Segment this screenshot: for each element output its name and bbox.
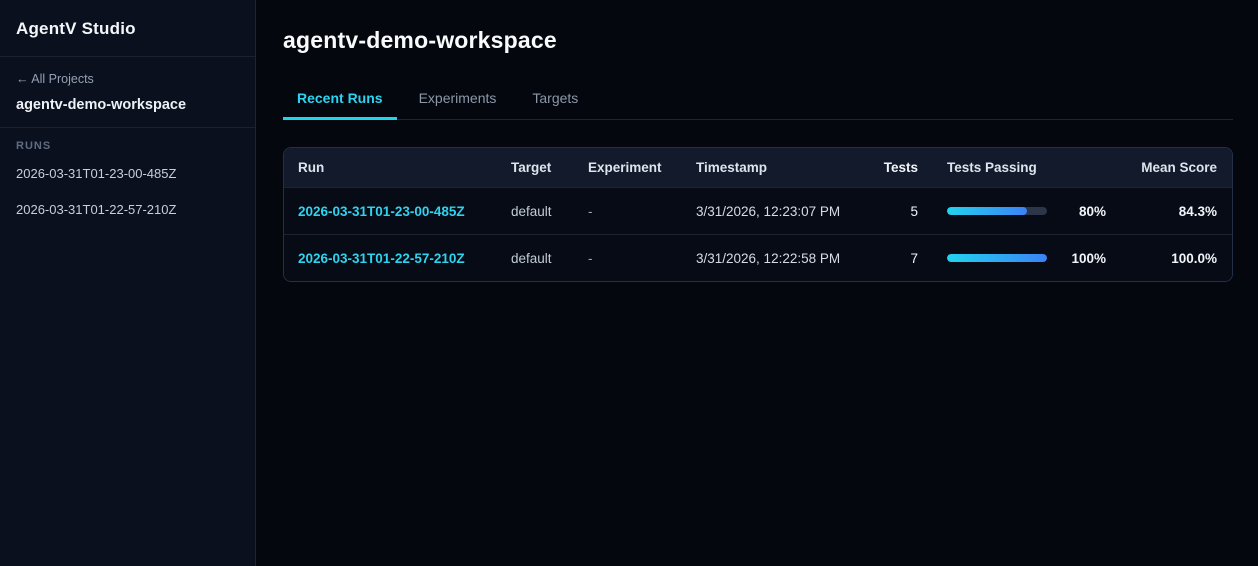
all-projects-back-link[interactable]: ← All Projects [16, 72, 94, 86]
experiment-cell: - [588, 203, 593, 219]
runs-section-label: RUNS [16, 140, 52, 152]
sidebar-header: AgentV Studio [0, 0, 255, 57]
table-header-row: Run Target Experiment Timestamp Tests Te… [284, 148, 1232, 187]
sidebar-run-item[interactable]: 2026-03-31T01-22-57-210Z [16, 202, 239, 217]
target-cell: default [511, 250, 552, 266]
tests-passing-progress-fill [947, 254, 1047, 262]
tests-passing-percent: 100% [1071, 250, 1106, 266]
tests-passing-cell: 80% [918, 204, 1111, 219]
tests-passing-percent: 80% [1078, 203, 1106, 219]
timestamp-cell: 3/31/2026, 12:22:58 PM [696, 250, 841, 266]
runs-table: Run Target Experiment Timestamp Tests Te… [283, 147, 1233, 282]
column-header-run: Run [298, 160, 325, 175]
tests-passing-cell: 100% [918, 251, 1111, 266]
table-row: 2026-03-31T01-22-57-210Z default - 3/31/… [284, 234, 1232, 281]
sidebar-runs-section: RUNS 2026-03-31T01-23-00-485Z 2026-03-31… [0, 128, 255, 250]
timestamp-cell: 3/31/2026, 12:23:07 PM [696, 203, 841, 219]
run-link[interactable]: 2026-03-31T01-23-00-485Z [298, 204, 465, 219]
run-cell: 2026-03-31T01-22-57-210Z [284, 251, 511, 266]
tests-passing-progress-fill [947, 207, 1027, 215]
run-link[interactable]: 2026-03-31T01-22-57-210Z [298, 251, 465, 266]
sidebar-workspace-name: agentv-demo-workspace [16, 97, 187, 113]
column-header-timestamp: Timestamp [696, 160, 768, 175]
sidebar-run-item[interactable]: 2026-03-31T01-23-00-485Z [16, 166, 239, 181]
experiment-cell: - [588, 250, 593, 266]
sidebar-project-section: ← All Projects agentv-demo-workspace [0, 57, 255, 128]
tab-targets[interactable]: Targets [518, 81, 592, 120]
column-header-experiment: Experiment [588, 160, 662, 175]
tab-recent-runs[interactable]: Recent Runs [283, 81, 397, 120]
table-row: 2026-03-31T01-23-00-485Z default - 3/31/… [284, 187, 1232, 234]
page-title: agentv-demo-workspace [283, 27, 557, 53]
mean-score-value: 84.3% [1178, 203, 1217, 219]
column-header-target: Target [511, 160, 552, 175]
sidebar: AgentV Studio ← All Projects agentv-demo… [0, 0, 256, 566]
target-cell: default [511, 203, 552, 219]
app-title: AgentV Studio [16, 19, 136, 38]
column-header-mean-score: Mean Score [1141, 160, 1217, 175]
tests-passing-progress-bar [947, 254, 1047, 262]
tab-experiments[interactable]: Experiments [405, 81, 511, 120]
tests-passing-progress-bar [947, 207, 1047, 215]
tab-bar: Recent Runs Experiments Targets [283, 81, 1233, 120]
column-header-tests: Tests [883, 160, 918, 175]
mean-score-value: 100.0% [1171, 250, 1217, 266]
main-content: agentv-demo-workspace Recent Runs Experi… [257, 0, 1258, 566]
column-header-tests-passing: Tests Passing [947, 160, 1037, 175]
run-cell: 2026-03-31T01-23-00-485Z [284, 204, 511, 219]
tests-count-cell: 5 [910, 203, 918, 219]
tests-count-cell: 7 [910, 250, 918, 266]
